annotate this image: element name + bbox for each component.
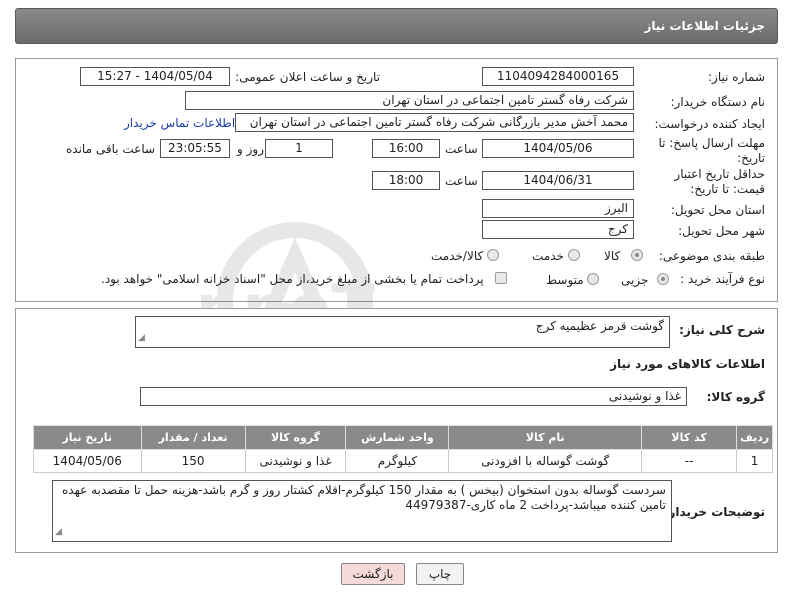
remaining-label: ساعت باقی مانده [66, 142, 156, 156]
category-radio-both[interactable] [487, 249, 499, 261]
days-label: روز و [237, 142, 264, 156]
cell-name: گوشت گوساله با افزودنی [448, 449, 642, 473]
col-code: کد کالا [640, 425, 738, 450]
creator-label: ایجاد کننده درخواست: [654, 117, 765, 131]
announce-field: 1404/05/04 - 15:27 [80, 67, 230, 86]
summary-label: شرح کلی نیاز: [679, 323, 765, 337]
process-radio-minor[interactable] [657, 273, 669, 285]
price-date-field: 1404/06/31 [482, 171, 634, 190]
goods-table-header: ردیف کد کالا نام کالا واحد شمارش گروه کا… [33, 425, 773, 450]
buyer-notes-text: سردست گوساله بدون استخوان (بیخس ) به مقد… [62, 483, 666, 512]
category-option-both: کالا/خدمت [431, 249, 484, 263]
reply-time-label: ساعت [445, 142, 478, 156]
col-name: نام کالا [448, 425, 642, 450]
treasury-payment-note: پرداخت تمام یا بخشی از مبلغ خرید،از محل … [101, 272, 484, 286]
buyer-org-field: شرکت رفاه گستر تامین اجتماعی در استان ته… [185, 91, 634, 110]
price-deadline-label: حداقل تاریخ اعتبار قیمت: تا تاریخ: [674, 167, 765, 196]
price-time-label: ساعت [445, 174, 478, 188]
summary-text: گوشت قرمز عظیمیه کرج [535, 319, 664, 333]
price-time-field: 18:00 [372, 171, 440, 190]
category-label: طبقه بندی موضوعی: [658, 249, 765, 263]
category-radio-service[interactable] [568, 249, 580, 261]
summary-field: گوشت قرمز عظیمیه کرج ◢ [135, 316, 670, 348]
goods-group-label: گروه کالا: [706, 390, 765, 404]
province-field: البرز [482, 199, 634, 218]
print-button[interactable]: چاپ [416, 563, 464, 585]
goods-info-title: اطلاعات کالاهای مورد نیاز [610, 357, 765, 371]
cell-date: 1404/05/06 [33, 449, 142, 473]
province-label: استان محل تحویل: [670, 203, 765, 217]
reply-date-field: 1404/05/06 [482, 139, 634, 158]
col-unit: واحد شمارش [345, 425, 450, 450]
category-option-service: خدمت [532, 249, 564, 263]
process-option-medium: متوسط [546, 273, 584, 287]
buyer-contact-link[interactable]: اطلاعات تماس خریدار [124, 116, 235, 130]
goods-group-field: غذا و نوشیدنی [140, 387, 687, 406]
reply-time-field: 16:00 [372, 139, 440, 158]
city-field: کرج [482, 220, 634, 239]
city-label: شهر محل تحویل: [678, 224, 765, 238]
resize-grip-icon: ◢ [55, 527, 62, 537]
buyer-org-label: نام دستگاه خریدار: [670, 95, 766, 109]
page-header: جزئیات اطلاعات نیاز [15, 8, 778, 44]
back-button[interactable]: بازگشت [341, 563, 405, 585]
cell-row: 1 [736, 449, 773, 473]
process-label: نوع فرآیند خرید : [680, 272, 765, 286]
days-field: 1 [265, 139, 333, 158]
cell-unit: کیلوگرم [345, 449, 450, 473]
need-number-field: 1104094284000165 [482, 67, 634, 86]
col-row: ردیف [736, 425, 773, 450]
category-option-goods: کالا [604, 249, 621, 263]
page-title: جزئیات اطلاعات نیاز [644, 19, 765, 33]
creator-field: محمد آخش مدیر بازرگانی شرکت رفاه گستر تا… [235, 113, 634, 132]
goods-table: ردیف کد کالا نام کالا واحد شمارش گروه کا… [33, 425, 773, 473]
announce-label: تاریخ و ساعت اعلان عمومی: [235, 70, 380, 84]
remaining-time-field: 23:05:55 [160, 139, 230, 158]
cell-quantity: 150 [140, 449, 246, 473]
col-group: گروه کالا [244, 425, 347, 450]
resize-grip-icon: ◢ [138, 333, 145, 343]
process-option-minor: جزیی [621, 273, 649, 287]
buyer-notes-label: توضیحات خریدار: [663, 505, 765, 519]
reply-deadline-label: مهلت ارسال پاسخ: تا تاریخ: [658, 136, 765, 165]
col-quantity: تعداد / مقدار [140, 425, 246, 450]
cell-group: غذا و نوشیدنی [244, 449, 347, 473]
need-number-label: شماره نیاز: [708, 70, 765, 84]
cell-code: -- [640, 449, 738, 473]
treasury-payment-checkbox[interactable] [495, 272, 507, 284]
buyer-notes-field: سردست گوساله بدون استخوان (بیخس ) به مقد… [52, 480, 672, 542]
process-radio-medium[interactable] [587, 273, 599, 285]
category-radio-goods[interactable] [631, 249, 643, 261]
col-date: تاریخ نیاز [33, 425, 142, 450]
table-row: 1 -- گوشت گوساله با افزودنی کیلوگرم غذا … [33, 449, 773, 473]
